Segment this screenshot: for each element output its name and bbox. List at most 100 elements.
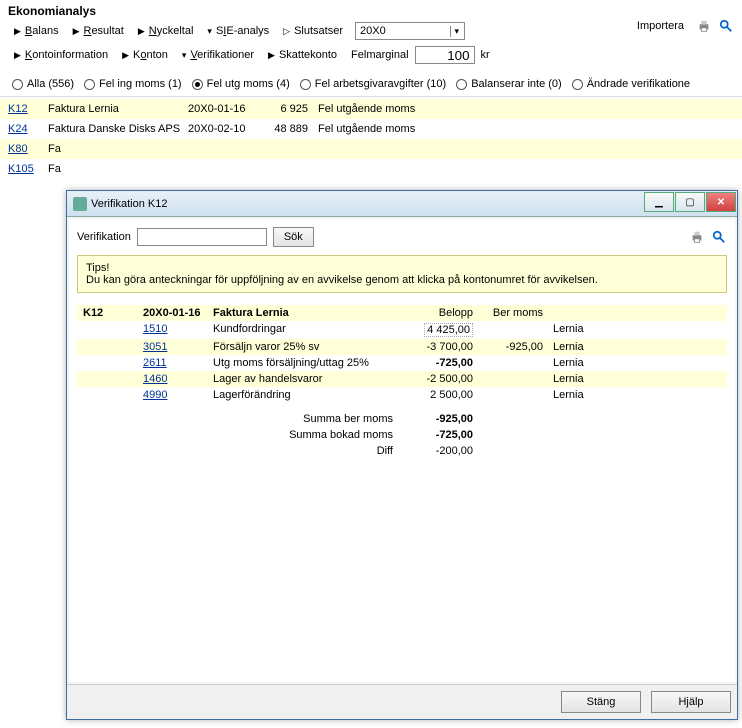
account-link[interactable]: 1460: [143, 373, 213, 385]
radio-icon: [456, 79, 467, 90]
line-party: Lernia: [543, 373, 603, 385]
line-bermoms: [473, 373, 543, 385]
account-link[interactable]: 1510: [143, 323, 213, 337]
row-desc: Fa: [48, 143, 188, 155]
felmarginal-unit: kr: [481, 49, 490, 61]
line-desc: Lager av handelsvaror: [213, 373, 393, 385]
sum-diff-label: Diff: [83, 445, 393, 457]
radio-icon: [572, 79, 583, 90]
close-button[interactable]: ✕: [706, 192, 736, 212]
line-party: Lernia: [543, 323, 603, 337]
menu-kontoinfo[interactable]: ▶Kontoinformation: [8, 47, 114, 63]
account-link[interactable]: 3051: [143, 341, 213, 353]
radio-alla[interactable]: Alla (556): [12, 78, 74, 90]
detail-row: 1460Lager av handelsvaror-2 500,00 Lernia: [77, 371, 727, 387]
radio-icon: [300, 79, 311, 90]
menu-slutsatser[interactable]: ▷Slutsatser: [277, 23, 349, 39]
list-row[interactable]: K12 Faktura Lernia 20X0-01-16 6 925 Fel …: [0, 99, 742, 119]
filter-radios: Alla (556) Fel ing moms (1) Fel utg moms…: [0, 72, 742, 97]
menu-konton[interactable]: ▶Konton: [116, 47, 174, 63]
play-icon: ▶: [138, 26, 145, 37]
hdr-bermoms: Ber moms: [473, 307, 543, 319]
list-row[interactable]: K80 Fa: [0, 139, 742, 159]
play-icon: ▷: [283, 26, 290, 37]
radio-fel-arb[interactable]: Fel arbetsgivaravgifter (10): [300, 78, 446, 90]
sum-diff-val: -200,00: [393, 445, 473, 457]
dropdown-icon: ▾: [207, 26, 212, 37]
row-id[interactable]: K24: [8, 123, 48, 135]
period-dropdown[interactable]: 20X0▾: [355, 22, 465, 40]
minimize-button[interactable]: ▁: [644, 192, 674, 212]
chevron-down-icon: ▾: [450, 26, 462, 37]
search-input[interactable]: [137, 228, 267, 246]
menu-verifikationer[interactable]: ▾Verifikationer: [176, 47, 260, 63]
line-belopp: 2 500,00: [393, 389, 473, 401]
search-icon[interactable]: [718, 18, 734, 34]
radio-balanserar[interactable]: Balanserar inte (0): [456, 78, 562, 90]
row-amount: 48 889: [268, 123, 318, 135]
radio-fel-ing[interactable]: Fel ing moms (1): [84, 78, 182, 90]
play-icon: ▶: [268, 50, 275, 61]
line-party: Lernia: [543, 389, 603, 401]
row-id[interactable]: K80: [8, 143, 48, 155]
sum-ber-val: -925,00: [393, 413, 473, 425]
hdr-belopp: Belopp: [393, 307, 473, 319]
detail-row: 4990Lagerförändring2 500,00 Lernia: [77, 387, 727, 403]
row-note: Fel utgående moms: [318, 103, 734, 115]
dialog-title: Verifikation K12: [91, 198, 167, 210]
radio-fel-utg[interactable]: Fel utg moms (4): [192, 78, 290, 90]
maximize-button[interactable]: ▢: [675, 192, 705, 212]
close-dialog-button[interactable]: Stäng: [561, 691, 641, 713]
sum-bok-val: -725,00: [393, 429, 473, 441]
detail-row: 2611Utg moms försäljning/uttag 25%-725,0…: [77, 355, 727, 371]
line-desc: Kundfordringar: [213, 323, 393, 337]
detail-row: 3051Försäljn varor 25% sv-3 700,00-925,0…: [77, 339, 727, 355]
line-desc: Utg moms försäljning/uttag 25%: [213, 357, 393, 369]
account-link[interactable]: 4990: [143, 389, 213, 401]
row-date: 20X0-01-16: [188, 103, 268, 115]
search-bar: Verifikation Sök: [75, 225, 729, 249]
menu-skattekonto[interactable]: ▶Skattekonto: [262, 47, 343, 63]
radio-icon: [84, 79, 95, 90]
line-bermoms: [473, 389, 543, 401]
play-icon: ▶: [122, 50, 129, 61]
line-party: Lernia: [543, 357, 603, 369]
row-desc: Faktura Danske Disks APS: [48, 123, 188, 135]
search-icon[interactable]: [711, 229, 727, 245]
print-icon[interactable]: [689, 229, 705, 245]
account-link[interactable]: 2611: [143, 357, 213, 369]
line-belopp: -3 700,00: [393, 341, 473, 353]
sum-bok-label: Summa bokad moms: [83, 429, 393, 441]
menu-importera[interactable]: Importera: [631, 18, 690, 34]
row-id[interactable]: K12: [8, 103, 48, 115]
top-right-tools: Importera: [631, 18, 734, 34]
row-id[interactable]: K105: [8, 163, 48, 175]
play-icon: ▶: [14, 26, 21, 37]
line-party: Lernia: [543, 341, 603, 353]
menu-sie[interactable]: ▾SIE-analys: [201, 23, 275, 39]
radio-andrade[interactable]: Ändrade verifikatione: [572, 78, 690, 90]
print-icon[interactable]: [696, 18, 712, 34]
line-desc: Lagerförändring: [213, 389, 393, 401]
hdr-desc: Faktura Lernia: [213, 307, 393, 319]
line-belopp: 4 425,00: [393, 323, 473, 337]
list-row[interactable]: K105 Fa: [0, 159, 742, 179]
play-icon: ▶: [73, 26, 80, 37]
sum-bok-row: Summa bokad moms -725,00: [77, 427, 727, 443]
line-bermoms: -925,00: [473, 341, 543, 353]
search-button[interactable]: Sök: [273, 227, 314, 247]
line-belopp: -2 500,00: [393, 373, 473, 385]
app-title: Ekonomianalys: [0, 0, 742, 20]
menu-resultat[interactable]: ▶Resultat: [67, 23, 130, 39]
menu-nyckeltal[interactable]: ▶Nyckeltal: [132, 23, 200, 39]
detail-header: K12 20X0-01-16 Faktura Lernia Belopp Ber…: [77, 305, 727, 321]
felmarginal-input[interactable]: [415, 46, 475, 64]
menu-balans[interactable]: ▶Balans: [8, 23, 65, 39]
hdr-date: 20X0-01-16: [143, 307, 213, 319]
search-label: Verifikation: [77, 231, 131, 243]
list-row[interactable]: K24 Faktura Danske Disks APS 20X0-02-10 …: [0, 119, 742, 139]
dialog-titlebar[interactable]: Verifikation K12 ▁ ▢ ✕: [67, 191, 737, 217]
help-button[interactable]: Hjälp: [651, 691, 731, 713]
row-desc: Fa: [48, 163, 188, 175]
line-bermoms: [473, 323, 543, 337]
